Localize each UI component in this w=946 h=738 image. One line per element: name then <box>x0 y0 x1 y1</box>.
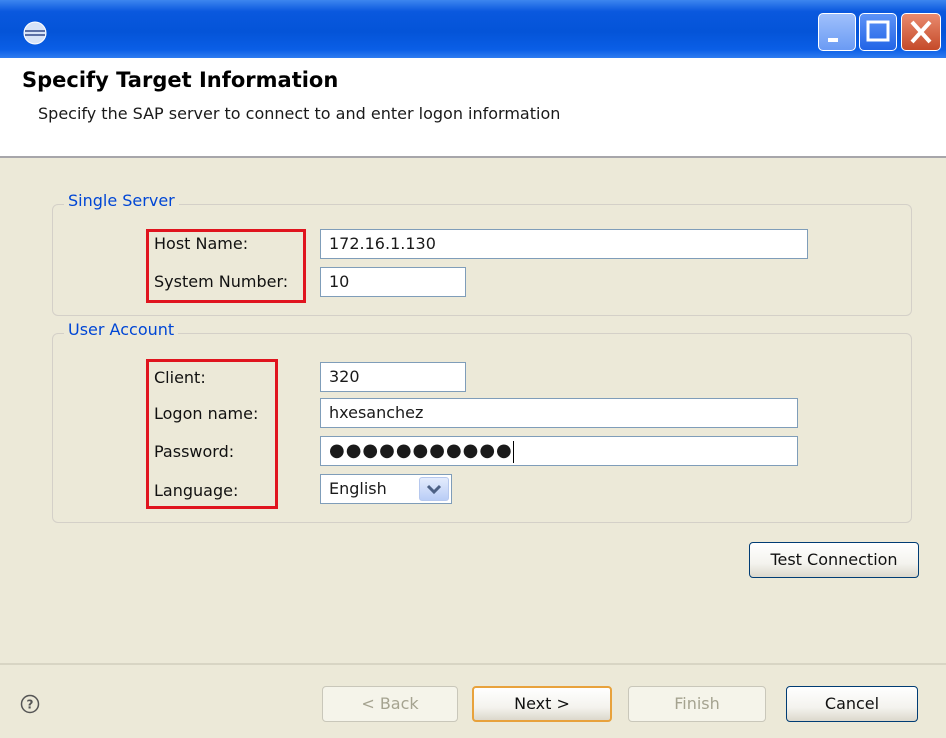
help-icon[interactable]: ? <box>20 694 40 714</box>
client-label: Client: <box>154 368 206 387</box>
language-selected-value: English <box>329 479 387 498</box>
maximize-button[interactable] <box>859 13 897 51</box>
logon-name-label: Logon name: <box>154 404 259 423</box>
host-name-input[interactable]: 172.16.1.130 <box>320 229 808 259</box>
page-description: Specify the SAP server to connect to and… <box>38 104 561 123</box>
language-label: Language: <box>154 481 239 500</box>
chevron-down-icon <box>426 484 442 495</box>
logon-name-input[interactable]: hxesanchez <box>320 398 798 428</box>
user-account-legend: User Account <box>64 320 179 339</box>
svg-text:?: ? <box>27 698 34 712</box>
password-input[interactable]: ●●●●●●●●●●● <box>320 436 798 466</box>
back-button[interactable]: < Back <box>322 686 458 722</box>
text-cursor <box>512 440 514 463</box>
single-server-legend: Single Server <box>64 191 179 210</box>
test-connection-button[interactable]: Test Connection <box>749 542 919 578</box>
cancel-button[interactable]: Cancel <box>786 686 918 722</box>
host-name-label: Host Name: <box>154 234 249 253</box>
footer-divider <box>0 663 946 665</box>
minimize-button[interactable] <box>818 13 856 51</box>
system-number-input[interactable]: 10 <box>320 267 466 297</box>
client-input[interactable]: 320 <box>320 362 466 392</box>
finish-button[interactable]: Finish <box>628 686 766 722</box>
password-mask: ●●●●●●●●●●● <box>329 440 513 461</box>
system-number-label: System Number: <box>154 272 289 291</box>
dropdown-button[interactable] <box>419 477 449 501</box>
close-button[interactable] <box>901 13 941 51</box>
window-titlebar[interactable] <box>0 0 946 58</box>
password-label: Password: <box>154 442 235 461</box>
page-title: Specify Target Information <box>22 68 339 92</box>
eclipse-app-icon <box>22 20 48 46</box>
next-button[interactable]: Next > <box>472 686 612 722</box>
